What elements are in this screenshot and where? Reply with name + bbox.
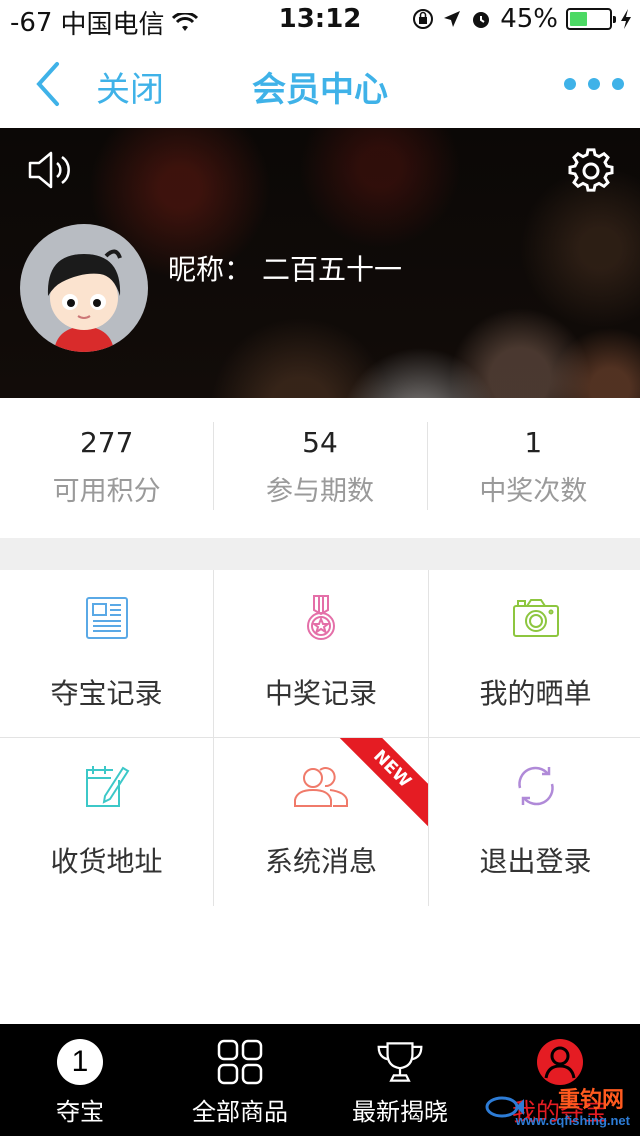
avatar-character-icon — [47, 249, 122, 352]
nav-bar: 关闭 会员中心 — [0, 40, 640, 128]
document-icon — [85, 597, 128, 639]
alarm-icon — [473, 12, 490, 28]
dot-icon — [612, 78, 624, 90]
battery-level — [570, 12, 588, 26]
trophy-icon — [376, 1038, 424, 1086]
medal-icon — [307, 595, 335, 640]
users-icon — [294, 767, 348, 807]
tab-all-products[interactable]: 全部商品 — [160, 1024, 320, 1136]
menu-item-label: 系统消息 — [264, 845, 377, 878]
more-button[interactable] — [564, 70, 624, 98]
dot-icon — [564, 78, 576, 90]
back-button[interactable] — [24, 58, 72, 110]
charging-icon — [621, 9, 631, 29]
close-button[interactable]: 关闭 — [96, 62, 164, 111]
orientation-lock-icon — [413, 9, 434, 29]
refresh-icon — [517, 766, 554, 806]
stat-label: 参与期数 — [265, 476, 374, 507]
section-divider — [0, 538, 640, 570]
menu-item-wins[interactable]: 中奖记录 — [214, 570, 428, 737]
stat-value: 54 — [302, 426, 338, 459]
stats-row: 277 可用积分 54 参与期数 1 中奖次数 — [0, 398, 640, 538]
chevron-left-icon — [36, 62, 59, 106]
speaker-icon[interactable] — [26, 148, 74, 192]
status-left: -67 中国电信 — [10, 4, 199, 41]
menu-item-label: 中奖记录 — [264, 677, 377, 710]
status-bar: -67 中国电信 13:12 45% — [0, 0, 640, 40]
avatar[interactable] — [20, 224, 148, 352]
stat-value: 277 — [79, 426, 134, 459]
watermark: 重钓网 www.cqfishing.net — [484, 1082, 634, 1130]
signal-strength: -67 — [10, 7, 53, 38]
menu-grid: 夺宝记录 中奖记录 我的晒单 收货地址 系统消息 NEW 退出登录 — [0, 570, 640, 906]
menu-item-messages[interactable]: 系统消息 NEW — [214, 738, 428, 906]
user-circle-icon — [536, 1038, 584, 1086]
menu-item-label: 退出登录 — [479, 845, 592, 878]
stat-label: 可用积分 — [52, 476, 161, 507]
calendar-edit-icon — [85, 766, 129, 807]
tab-label: 全部商品 — [192, 1098, 288, 1126]
battery-percent: 45% — [500, 4, 558, 34]
watermark-text: 重钓网 — [557, 1087, 624, 1112]
tab-home[interactable]: 1 夺宝 — [0, 1024, 160, 1136]
tab-number: 1 — [57, 1039, 103, 1085]
menu-item-logout[interactable]: 退出登录 — [429, 738, 640, 906]
stat-value: 1 — [524, 426, 543, 459]
nickname-label: 昵称： — [168, 253, 253, 286]
menu-item-shares[interactable]: 我的晒单 — [429, 570, 640, 737]
profile-header: 昵称： 二百五十一 — [0, 128, 640, 398]
wifi-icon — [172, 12, 199, 31]
stat-points[interactable]: 277 可用积分 — [0, 398, 213, 538]
nickname: 昵称： 二百五十一 — [168, 248, 402, 288]
battery-icon — [566, 8, 616, 30]
tab-latest[interactable]: 最新揭晓 — [320, 1024, 480, 1136]
dot-icon — [588, 78, 600, 90]
stat-wins[interactable]: 1 中奖次数 — [426, 398, 640, 538]
menu-item-label: 收货地址 — [50, 845, 163, 878]
stat-participations[interactable]: 54 参与期数 — [213, 398, 426, 538]
status-right: 45% — [412, 4, 632, 34]
tab-label: 最新揭晓 — [352, 1098, 448, 1126]
nickname-value: 二百五十一 — [262, 253, 403, 286]
stat-label: 中奖次数 — [479, 476, 588, 507]
gear-icon[interactable] — [568, 148, 614, 194]
menu-item-address[interactable]: 收货地址 — [0, 738, 213, 906]
menu-item-label: 夺宝记录 — [50, 677, 163, 710]
menu-item-records[interactable]: 夺宝记录 — [0, 570, 213, 737]
carrier-name: 中国电信 — [60, 10, 165, 40]
camera-icon — [512, 599, 559, 637]
watermark-url: www.cqfishing.net — [515, 1113, 630, 1128]
tab-label: 夺宝 — [56, 1098, 104, 1126]
menu-item-label: 我的晒单 — [479, 677, 592, 710]
number-one-icon: 1 — [56, 1038, 104, 1086]
location-arrow-icon — [444, 11, 461, 27]
grid-icon — [216, 1038, 264, 1086]
